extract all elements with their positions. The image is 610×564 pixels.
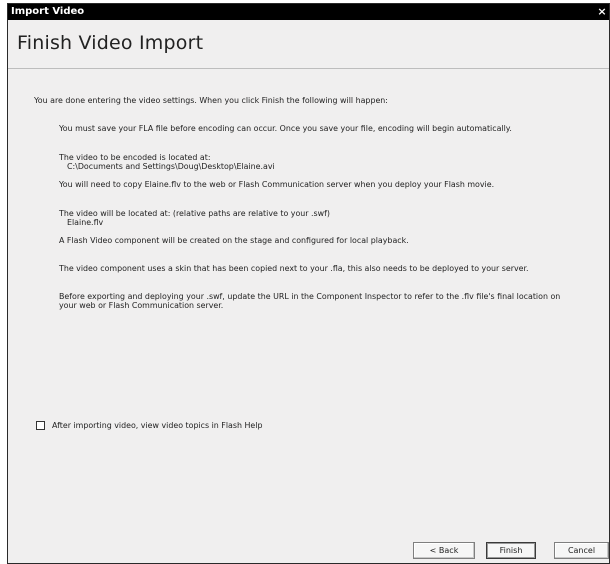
back-button[interactable]: < Back (413, 542, 475, 559)
page-title: Finish Video Import (17, 32, 204, 54)
view-help-label: After importing video, view video topics… (52, 420, 263, 430)
source-path: C:\Documents and Settings\Doug\Desktop\E… (67, 162, 275, 171)
view-help-checkbox[interactable] (36, 420, 45, 430)
skin-note: The video component uses a skin that has… (59, 264, 529, 273)
window-title: Import Video (11, 6, 85, 17)
close-icon[interactable]: × (597, 4, 607, 20)
save-fla-note: You must save your FLA file before encod… (59, 124, 512, 133)
export-note-line-2: your web or Flash Communication server. (59, 301, 224, 310)
view-help-option[interactable]: After importing video, view video topics… (36, 418, 263, 432)
component-note: A Flash Video component will be created … (59, 236, 409, 245)
header-divider (8, 68, 609, 69)
title-bar[interactable]: Import Video × (8, 4, 609, 20)
output-path: Elaine.flv (67, 218, 104, 227)
source-location-label: The video to be encoded is located at: (59, 153, 211, 162)
intro-text: You are done entering the video settings… (34, 96, 388, 105)
finish-button[interactable]: Finish (486, 542, 536, 559)
output-location-label: The video will be located at: (relative … (59, 209, 330, 218)
copy-flv-note: You will need to copy Elaine.flv to the … (59, 180, 495, 189)
cancel-button[interactable]: Cancel (554, 542, 609, 559)
export-note-line-1: Before exporting and deploying your .swf… (59, 292, 561, 301)
import-video-dialog: Import Video × Finish Video Import You a… (7, 3, 610, 564)
